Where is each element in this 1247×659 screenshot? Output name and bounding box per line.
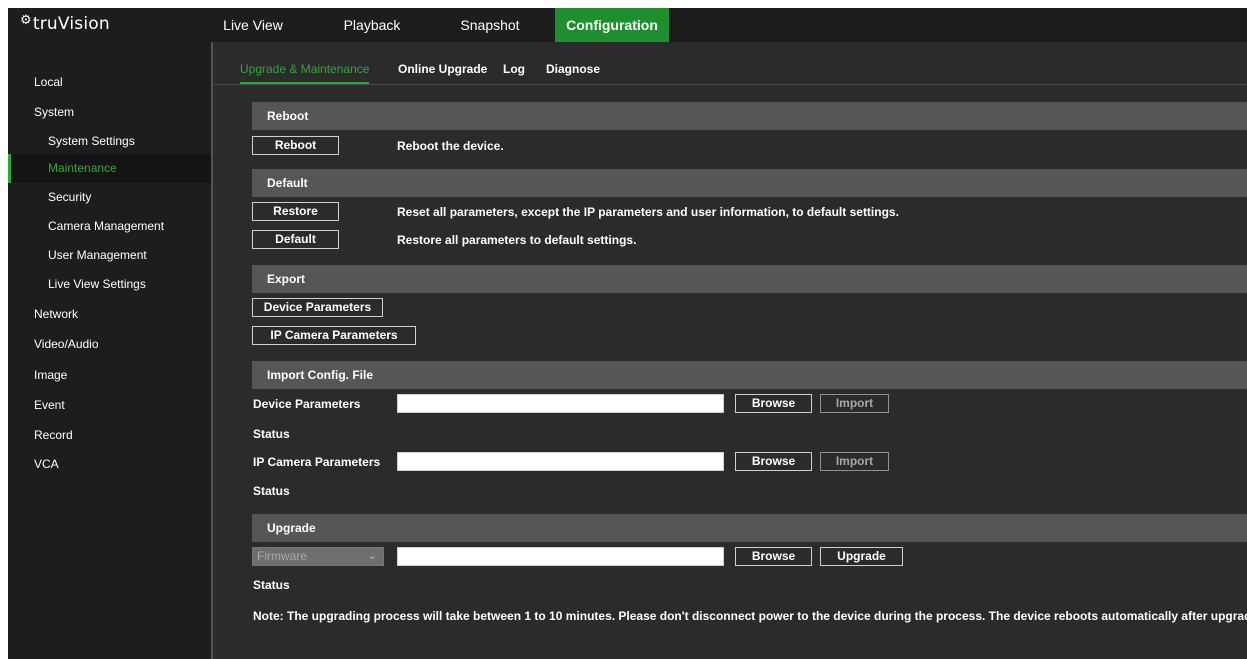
sidebar-item-camera-management[interactable]: Camera Management [8,212,211,241]
sub-tab-bar: Upgrade & Maintenance Online Upgrade Log… [213,42,1247,85]
section-title-default: Default [267,176,308,190]
restore-button[interactable]: Restore [252,202,339,221]
nav-tab-configuration[interactable]: Configuration [555,8,669,42]
upgrade-file-input[interactable] [397,547,724,566]
section-header-upgrade: Upgrade [252,514,1247,542]
sidebar-item-live-view-settings[interactable]: Live View Settings [8,270,211,299]
import-device-file-input[interactable] [397,394,724,413]
default-button[interactable]: Default [252,230,339,249]
import-ipcam-parameters-label: IP Camera Parameters [253,455,381,469]
import-device-status-label: Status [253,427,290,441]
upgrade-status-label: Status [253,578,290,592]
sidebar-item-user-management[interactable]: User Management [8,241,211,270]
reboot-description: Reboot the device. [397,139,504,153]
upgrade-type-selected: Firmware [257,549,307,563]
section-header-reboot: Reboot [252,102,1247,130]
export-ip-camera-parameters-button[interactable]: IP Camera Parameters [252,326,416,345]
section-header-default: Default [252,169,1247,197]
upgrade-note: Note: The upgrading process will take be… [253,609,1247,623]
import-ipcam-browse-button[interactable]: Browse [735,452,812,471]
import-ipcam-file-input[interactable] [397,452,724,471]
sidebar-item-system-settings[interactable]: System Settings [8,127,211,156]
tab-online-upgrade[interactable]: Online Upgrade [398,62,487,84]
default-description: Restore all parameters to default settin… [397,233,637,247]
upgrade-browse-button[interactable]: Browse [735,547,812,566]
sidebar-item-event[interactable]: Event [8,391,211,420]
restore-description: Reset all parameters, except the IP para… [397,205,899,219]
sidebar-item-image[interactable]: Image [8,361,211,390]
nav-tab-live-view[interactable]: Live View [223,8,283,42]
logo-text: truVision [32,14,110,34]
tab-log[interactable]: Log [503,62,525,84]
section-header-import: Import Config. File [252,361,1247,389]
logo-mark-icon: ⚙ [20,13,32,28]
nav-tab-snapshot[interactable]: Snapshot [459,8,521,42]
upgrade-type-select[interactable]: Firmware ⌄ [252,547,384,566]
tab-upgrade-maintenance[interactable]: Upgrade & Maintenance [240,62,370,84]
sidebar-item-system[interactable]: System [8,98,211,127]
import-ipcam-status-label: Status [253,484,290,498]
truvision-logo: ⚙truVision [20,13,110,38]
import-device-import-button[interactable]: Import [820,394,889,413]
sidebar-item-local[interactable]: Local [8,68,211,97]
section-title-import: Import Config. File [267,368,373,382]
sidebar-item-maintenance[interactable]: Maintenance [8,154,211,183]
sidebar: Local System System Settings Maintenance… [8,42,213,659]
sidebar-item-video-audio[interactable]: Video/Audio [8,330,211,359]
section-header-export: Export [252,265,1247,293]
upgrade-button[interactable]: Upgrade [820,547,903,566]
import-ipcam-import-button[interactable]: Import [820,452,889,471]
app-window: ⚙truVision Live View Playback Snapshot C… [8,8,1247,659]
section-title-upgrade: Upgrade [267,521,316,535]
section-title-reboot: Reboot [267,109,309,123]
sidebar-item-record[interactable]: Record [8,421,211,450]
export-device-parameters-button[interactable]: Device Parameters [252,298,383,317]
section-title-export: Export [267,272,306,286]
sidebar-item-security[interactable]: Security [8,183,211,212]
sidebar-item-network[interactable]: Network [8,300,211,329]
nav-tab-playback[interactable]: Playback [342,8,402,42]
tab-diagnose[interactable]: Diagnose [546,62,600,84]
import-device-browse-button[interactable]: Browse [735,394,812,413]
import-device-parameters-label: Device Parameters [253,397,361,411]
sidebar-item-vca[interactable]: VCA [8,450,211,479]
reboot-button[interactable]: Reboot [252,136,339,155]
chevron-down-icon: ⌄ [367,550,377,562]
top-nav-bar: ⚙truVision Live View Playback Snapshot C… [8,8,1247,42]
